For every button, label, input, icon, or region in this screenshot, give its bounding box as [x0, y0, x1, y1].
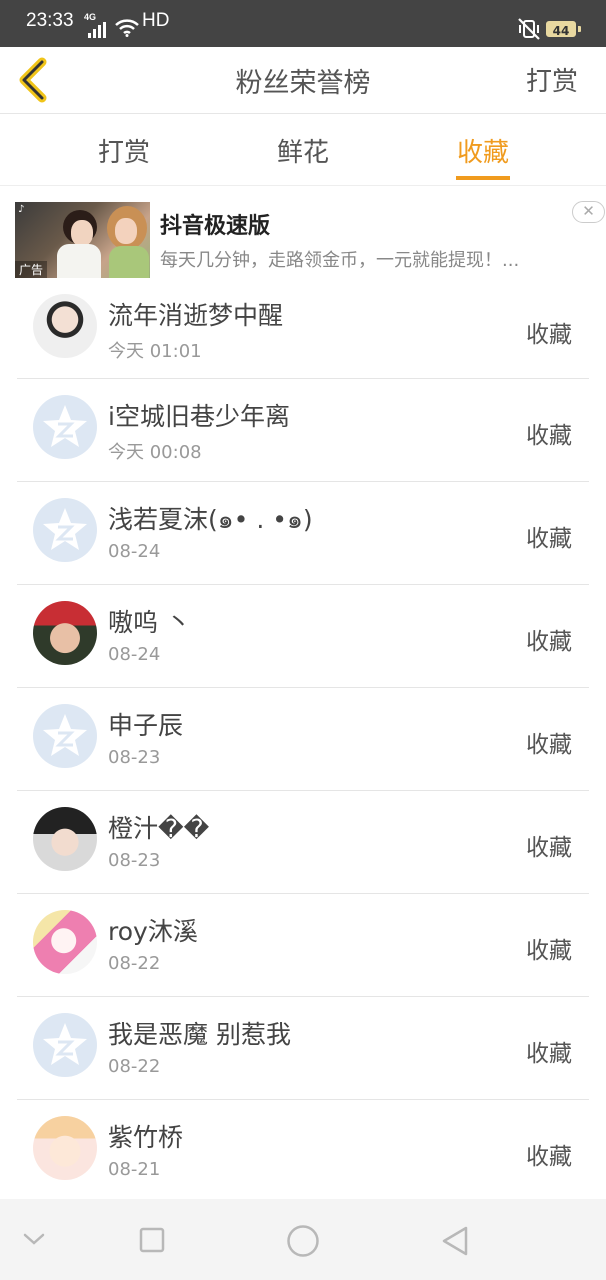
- battery-icon: 44: [546, 21, 576, 38]
- item-date: 08-23: [108, 747, 161, 768]
- item-date: 08-21: [108, 1159, 161, 1180]
- list-item[interactable]: 紫竹桥 08-21 收藏: [0, 1100, 606, 1203]
- mute-vibrate-icon: [518, 18, 540, 40]
- user-name: 流年消逝梦中醒: [108, 301, 284, 330]
- item-type: 收藏: [526, 1144, 572, 1170]
- item-type: 收藏: [526, 1041, 572, 1067]
- page-title: 粉丝荣誉榜: [235, 68, 371, 99]
- system-nav-bar: [0, 1199, 606, 1280]
- user-name: 浅若夏沫(๑• . •๑): [108, 505, 313, 534]
- chevron-down-icon[interactable]: [23, 1232, 45, 1246]
- signal-icon: [88, 22, 106, 38]
- top-app-bar: 粉丝荣誉榜 打赏: [0, 47, 606, 114]
- item-date: 08-23: [108, 850, 161, 871]
- avatar: [33, 395, 97, 459]
- item-type: 收藏: [526, 629, 572, 655]
- status-bar: 23:33 4G HD 44: [0, 0, 606, 47]
- tab-bar: 打赏 鲜花 收藏: [0, 114, 606, 186]
- item-type: 收藏: [526, 732, 572, 758]
- list-item[interactable]: i空城旧巷少年离 今天 00:08 收藏: [0, 379, 606, 482]
- user-name: roy沐溪: [108, 917, 198, 946]
- ad-description: 每天几分钟，走路领金币，一元就能提现！...: [160, 250, 520, 271]
- item-date: 08-22: [108, 953, 161, 974]
- item-date: 今天 00:08: [108, 442, 202, 463]
- item-date: 08-22: [108, 1056, 161, 1077]
- user-name: 紫竹桥: [108, 1123, 184, 1152]
- tab-favorites[interactable]: 收藏: [457, 132, 509, 169]
- avatar: [33, 294, 97, 358]
- active-tab-indicator: [456, 176, 510, 180]
- avatar: [33, 910, 97, 974]
- list-item[interactable]: 我是恶魔 别惹我 08-22 收藏: [0, 997, 606, 1100]
- qq-star-icon: [43, 508, 87, 550]
- close-icon: ✕: [582, 202, 595, 220]
- user-name: 申子辰: [108, 711, 184, 740]
- ad-thumbnail: ♪ 广告: [15, 202, 150, 278]
- list-item[interactable]: 橙汁�� 08-23 收藏: [0, 791, 606, 894]
- ad-banner[interactable]: ♪ 广告 抖音极速版 每天几分钟，走路领金币，一元就能提现！... ✕: [0, 186, 606, 282]
- item-type: 收藏: [526, 526, 572, 552]
- ad-tag: 广告: [15, 261, 48, 278]
- item-date: 今天 01:01: [108, 341, 202, 362]
- item-date: 08-24: [108, 644, 161, 665]
- square-icon[interactable]: [139, 1227, 165, 1253]
- tiktok-icon: ♪: [18, 204, 25, 215]
- battery-cap: [578, 26, 581, 32]
- list-item[interactable]: 浅若夏沫(๑• . •๑) 08-24 收藏: [0, 482, 606, 585]
- list-item[interactable]: 申子辰 08-23 收藏: [0, 688, 606, 791]
- user-name: 橙汁��: [108, 814, 210, 843]
- ad-close-button[interactable]: ✕: [572, 201, 605, 223]
- ad-title: 抖音极速版: [160, 214, 271, 239]
- status-time: 23:33: [26, 10, 74, 31]
- avatar: [33, 704, 97, 768]
- list-item[interactable]: roy沐溪 08-22 收藏: [0, 894, 606, 997]
- avatar: [33, 1013, 97, 1077]
- triangle-back-icon[interactable]: [440, 1225, 470, 1257]
- list-item[interactable]: 流年消逝梦中醒 今天 01:01 收藏: [0, 282, 606, 385]
- qq-star-icon: [43, 714, 87, 756]
- user-name: i空城旧巷少年离: [108, 402, 290, 431]
- user-name: 我是恶魔 别惹我: [108, 1020, 291, 1049]
- wifi-icon: [115, 19, 139, 37]
- item-type: 收藏: [526, 835, 572, 861]
- qq-star-icon: [43, 405, 87, 447]
- network-label: HD: [142, 10, 170, 31]
- signal-label: 4G: [84, 12, 97, 22]
- avatar: [33, 807, 97, 871]
- item-type: 收藏: [526, 423, 572, 449]
- list-item[interactable]: 嗷呜 丶 08-24 收藏: [0, 585, 606, 688]
- tab-flowers[interactable]: 鲜花: [277, 132, 329, 169]
- item-type: 收藏: [526, 938, 572, 964]
- tab-reward[interactable]: 打赏: [98, 132, 150, 169]
- reward-button[interactable]: 打赏: [526, 61, 578, 98]
- avatar: [33, 601, 97, 665]
- qq-star-icon: [43, 1023, 87, 1065]
- circle-icon[interactable]: [286, 1224, 320, 1258]
- avatar: [33, 1116, 97, 1180]
- avatar: [33, 498, 97, 562]
- item-type: 收藏: [526, 322, 572, 348]
- user-name: 嗷呜 丶: [108, 608, 191, 637]
- item-date: 08-24: [108, 541, 161, 562]
